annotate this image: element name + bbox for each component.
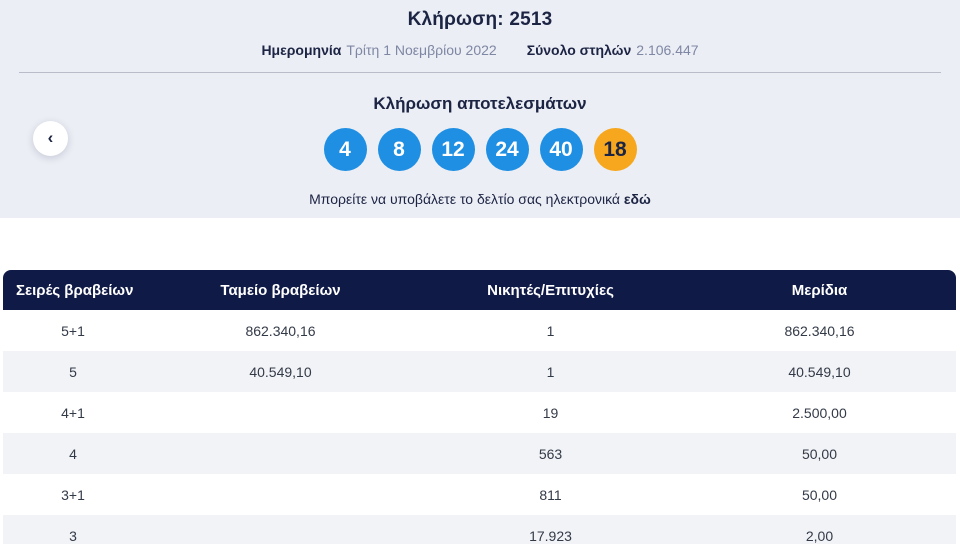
cell-winners: 1 xyxy=(418,351,683,392)
cell-winners: 17.923 xyxy=(418,515,683,544)
cell-fund: 862.340,16 xyxy=(143,310,418,351)
draw-summary-panel: Κλήρωση: 2513 Ημερομηνία Τρίτη 1 Νοεμβρίο… xyxy=(0,0,960,218)
cell-winners: 19 xyxy=(418,392,683,433)
cell-tier: 3 xyxy=(3,515,143,544)
cell-winners: 811 xyxy=(418,474,683,515)
draw-title: Κλήρωση: 2513 xyxy=(0,9,960,31)
cell-fund xyxy=(143,433,418,474)
cell-tier: 4 xyxy=(3,433,143,474)
number-ball-5: 40 xyxy=(540,128,583,171)
header-prize-tiers: Σειρές βραβείων xyxy=(3,270,143,310)
draw-date-label: Ημερομηνία xyxy=(261,42,341,58)
total-columns: Σύνολο στηλών2.106.447 xyxy=(527,42,699,58)
cell-tier: 5+1 xyxy=(3,310,143,351)
table-row: 4+1 19 2.500,00 xyxy=(3,392,956,433)
cell-share: 50,00 xyxy=(683,433,956,474)
cell-fund: 40.549,10 xyxy=(143,351,418,392)
cell-tier: 4+1 xyxy=(3,392,143,433)
number-ball-1: 4 xyxy=(324,128,367,171)
drawn-numbers: 4 8 12 24 40 18 xyxy=(0,128,960,171)
draw-date-value: Τρίτη 1 Νοεμβρίου 2022 xyxy=(346,42,496,58)
table-row: 5+1 862.340,16 1 862.340,16 xyxy=(3,310,956,351)
number-ball-2: 8 xyxy=(378,128,421,171)
cell-share: 862.340,16 xyxy=(683,310,956,351)
draw-meta: Ημερομηνία Τρίτη 1 Νοεμβρίου 2022 Σύνολο … xyxy=(0,42,960,58)
cell-share: 2.500,00 xyxy=(683,392,956,433)
previous-draw-button[interactable]: ‹ xyxy=(33,121,68,156)
divider xyxy=(19,72,941,73)
total-columns-label: Σύνολο στηλών xyxy=(527,42,632,58)
table-row: 3 17.923 2,00 xyxy=(3,515,956,544)
prize-table-header-row: Σειρές βραβείων Ταμείο βραβείων Νικητές/… xyxy=(3,270,956,310)
cell-share: 50,00 xyxy=(683,474,956,515)
table-row: 4 563 50,00 xyxy=(3,433,956,474)
submit-slip-note: Μπορείτε να υποβάλετε το δελτίο σας ηλεκ… xyxy=(0,191,960,207)
number-ball-4: 24 xyxy=(486,128,529,171)
header-shares: Μερίδια xyxy=(683,270,956,310)
submit-slip-note-text: Μπορείτε να υποβάλετε το δελτίο σας ηλεκ… xyxy=(309,191,624,207)
results-heading: Κλήρωση αποτελεσμάτων xyxy=(0,94,960,114)
cell-winners: 563 xyxy=(418,433,683,474)
header-winners: Νικητές/Επιτυχίες xyxy=(418,270,683,310)
submit-slip-link[interactable]: εδώ xyxy=(624,191,651,207)
table-row: 5 40.549,10 1 40.549,10 xyxy=(3,351,956,392)
prize-table: Σειρές βραβείων Ταμείο βραβείων Νικητές/… xyxy=(3,270,956,544)
number-ball-3: 12 xyxy=(432,128,475,171)
cell-tier: 3+1 xyxy=(3,474,143,515)
total-columns-value: 2.106.447 xyxy=(636,42,698,58)
cell-share: 2,00 xyxy=(683,515,956,544)
cell-fund xyxy=(143,392,418,433)
cell-fund xyxy=(143,474,418,515)
cell-tier: 5 xyxy=(3,351,143,392)
table-row: 3+1 811 50,00 xyxy=(3,474,956,515)
prize-table-section: Σειρές βραβείων Ταμείο βραβείων Νικητές/… xyxy=(0,270,960,544)
header-prize-fund: Ταμείο βραβείων xyxy=(143,270,418,310)
draw-date: Ημερομηνία Τρίτη 1 Νοεμβρίου 2022 xyxy=(261,42,496,58)
chevron-left-icon: ‹ xyxy=(48,129,54,146)
bonus-number-ball: 18 xyxy=(594,128,637,171)
cell-share: 40.549,10 xyxy=(683,351,956,392)
cell-winners: 1 xyxy=(418,310,683,351)
cell-fund xyxy=(143,515,418,544)
